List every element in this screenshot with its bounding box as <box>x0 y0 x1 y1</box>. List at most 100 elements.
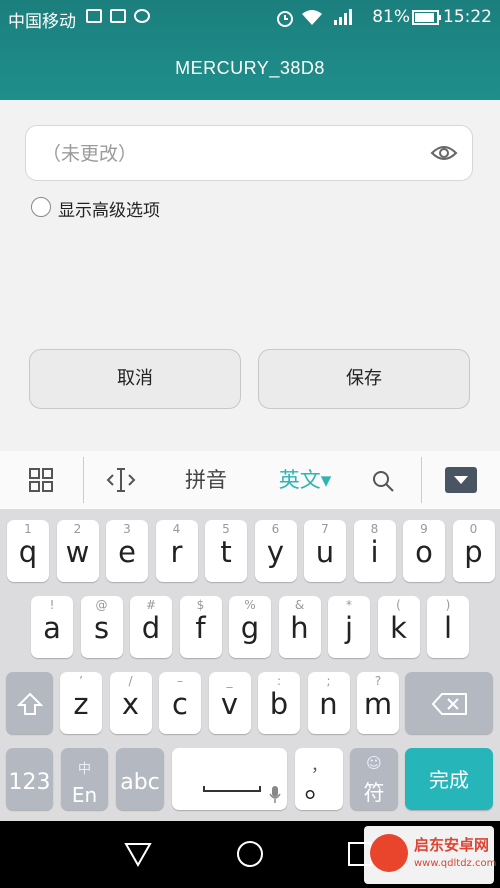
key-secondary-label: – <box>177 674 183 688</box>
key-z[interactable]: ’ z <box>60 672 102 734</box>
key-y[interactable]: 6y <box>254 520 297 582</box>
battery-percent: 81% <box>372 7 410 27</box>
key-q[interactable]: 1q <box>7 520 49 582</box>
watermark-name: 启东安卓网 <box>414 836 490 854</box>
shift-key[interactable] <box>6 672 53 734</box>
key-secondary-label: $ <box>196 598 205 612</box>
key-i[interactable]: 8i <box>353 520 396 582</box>
key-x[interactable]: / x <box>109 672 152 734</box>
key-main-label: y <box>266 535 285 569</box>
advanced-options-radio[interactable] <box>31 197 51 217</box>
key-l[interactable]: ) l <box>427 596 469 658</box>
key-main-label: d <box>141 611 161 645</box>
key-main-label: e <box>118 535 136 569</box>
password-field[interactable] <box>25 125 473 182</box>
key-secondary-label: _ <box>226 674 233 688</box>
key-main-label: r <box>170 535 183 569</box>
space-key[interactable] <box>172 748 287 810</box>
key-j[interactable]: * j <box>328 596 370 658</box>
key-b[interactable]: :b <box>258 672 300 734</box>
carrier-label: 中国移动 <box>8 12 76 32</box>
key-main-label: a <box>43 611 61 645</box>
advanced-options-label: 显示高级选项 <box>58 201 160 221</box>
keyboard-toolbar: 拼音 英文▾ <box>0 451 500 510</box>
key-secondary-label: ) <box>445 598 451 612</box>
save-button[interactable]: 保存 <box>258 349 470 409</box>
home-icon[interactable] <box>236 840 264 868</box>
space-bar-glyph <box>203 786 261 792</box>
key-secondary-label: * <box>346 598 352 612</box>
pinyin-tab[interactable]: 拼音 <box>176 451 236 509</box>
key-p[interactable]: 0p <box>452 520 495 582</box>
key-secondary-label: 2 <box>73 522 82 536</box>
key-secondary-label: 6 <box>271 522 280 536</box>
key-e[interactable]: 3e <box>106 520 148 582</box>
key-r[interactable]: 4r <box>155 520 198 582</box>
key-k[interactable]: (k <box>377 596 420 658</box>
key-t[interactable]: 5t <box>205 520 247 582</box>
abc-key[interactable]: abc <box>116 748 164 810</box>
alarm-icon <box>277 11 293 27</box>
key-secondary-label: ; <box>326 674 331 688</box>
punctuation-key[interactable]: ，。 <box>295 748 343 810</box>
cursor-move-icon[interactable] <box>106 467 136 493</box>
key-w[interactable]: 2w <box>56 520 99 582</box>
key-main-label: f <box>195 611 206 645</box>
key-o[interactable]: 9o <box>403 520 445 582</box>
key-secondary-label: : <box>276 674 282 688</box>
key-secondary-label: % <box>244 598 256 612</box>
key-main-label: s <box>93 611 110 645</box>
key-main-label: o <box>415 535 433 569</box>
microphone-icon <box>269 786 281 803</box>
hide-keyboard-icon[interactable] <box>445 467 477 493</box>
key-m[interactable]: ? m <box>357 672 399 734</box>
key-a[interactable]: ! a <box>31 596 73 658</box>
key-main-label: h <box>290 611 309 645</box>
key-main-label: m <box>363 687 393 721</box>
key-secondary-label: 0 <box>469 522 478 536</box>
language-switch-key[interactable]: 中 En <box>61 748 108 810</box>
key-secondary-label: / <box>128 674 133 688</box>
key-c[interactable]: – c <box>159 672 201 734</box>
number-mode-key[interactable]: 123 <box>6 748 53 810</box>
back-icon[interactable] <box>124 841 152 867</box>
sync-notification-icon <box>134 9 150 23</box>
key-secondary-label: ’ <box>79 674 83 688</box>
key-main-label: u <box>315 535 335 569</box>
backspace-key[interactable] <box>405 672 493 734</box>
cancel-button[interactable]: 取消 <box>29 349 241 409</box>
eye-icon[interactable] <box>430 141 458 165</box>
keyboard-notification-icon <box>86 9 102 23</box>
key-g[interactable]: % g <box>229 596 271 658</box>
key-secondary-label: 4 <box>172 522 181 536</box>
watermark: 启东安卓网 www.qdltdz.com <box>364 826 496 884</box>
key-h[interactable]: & h <box>278 596 321 658</box>
password-input[interactable] <box>40 126 424 182</box>
key-n[interactable]: ; n <box>307 672 350 734</box>
status-bar: 中国移动 81% 15:22 <box>0 0 500 36</box>
key-main-label: c <box>172 687 188 721</box>
key-secondary-label: # <box>145 598 157 612</box>
key-u[interactable]: 7u <box>304 520 346 582</box>
done-key[interactable]: 完成 <box>405 748 493 810</box>
grid-menu-icon[interactable] <box>29 468 53 492</box>
english-tab[interactable]: 英文▾ <box>270 451 340 509</box>
key-f[interactable]: $ f <box>179 596 222 658</box>
key-s[interactable]: @ s <box>80 596 123 658</box>
key-secondary-label: 7 <box>321 522 329 536</box>
shift-arrow-icon <box>17 692 43 715</box>
key-main-label: t <box>220 535 232 569</box>
image-notification-icon <box>110 9 126 23</box>
key-secondary-label: ? <box>374 674 382 688</box>
key-secondary-label: 5 <box>222 522 230 536</box>
key-v[interactable]: _ v <box>208 672 251 734</box>
symbol-key[interactable]: ☺ 符 <box>350 748 398 810</box>
key-main-label: k <box>390 611 407 645</box>
wifi-icon <box>302 10 322 25</box>
key-d[interactable]: # d <box>130 596 172 658</box>
key-secondary-label: & <box>294 598 305 612</box>
key-secondary-label: @ <box>95 598 108 612</box>
search-icon[interactable] <box>371 469 395 493</box>
key-main-label: q <box>18 535 38 569</box>
page-title: MERCURY_38D8 <box>175 58 325 78</box>
